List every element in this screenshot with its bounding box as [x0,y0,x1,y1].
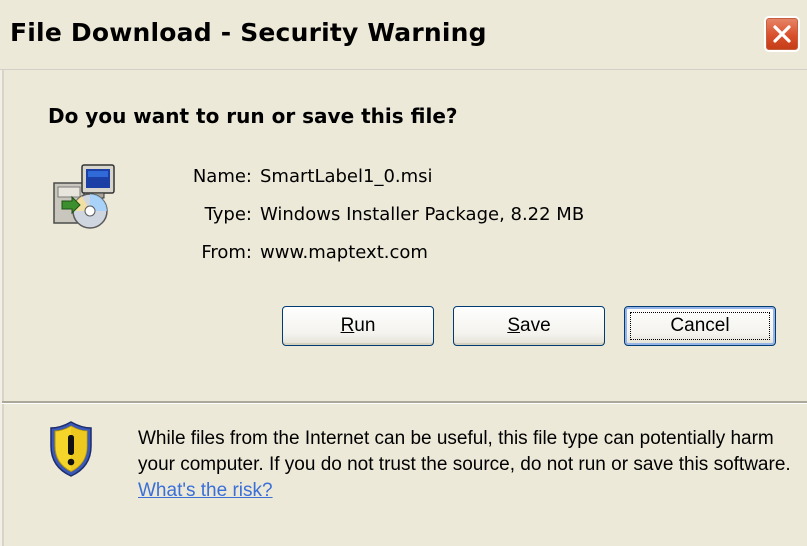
file-from-value: www.maptext.com [260,242,428,263]
security-shield-icon [50,421,92,477]
file-type-label: Type: [204,204,252,225]
run-button-label: Run [340,315,376,336]
cancel-button[interactable]: Cancel [624,306,776,346]
file-download-dialog: File Download - Security Warning Do you … [0,0,807,546]
dialog-question: Do you want to run or save this file? [48,104,458,128]
file-name-value: SmartLabel1_0.msi [260,166,433,187]
window-border [2,70,4,546]
file-name-label: Name: [192,166,252,187]
section-divider [2,401,807,404]
close-icon [773,25,791,43]
close-button[interactable] [764,16,800,52]
dialog-body: Do you want to run or save this file? Na… [0,70,807,546]
installer-package-icon [53,164,115,229]
save-button-label: Save [507,315,551,336]
cancel-button-label: Cancel [670,315,730,336]
save-button[interactable]: Save [453,306,605,346]
file-type-value: Windows Installer Package, 8.22 MB [260,204,585,225]
whats-the-risk-link[interactable]: What's the risk? [138,480,273,501]
window-title: File Download - Security Warning [10,18,487,47]
title-bar[interactable]: File Download - Security Warning [0,0,807,70]
warning-message: While files from the Internet can be use… [138,428,791,475]
file-from-label: From: [201,242,252,263]
run-button[interactable]: Run [282,306,434,346]
security-warning-text: While files from the Internet can be use… [138,426,798,504]
